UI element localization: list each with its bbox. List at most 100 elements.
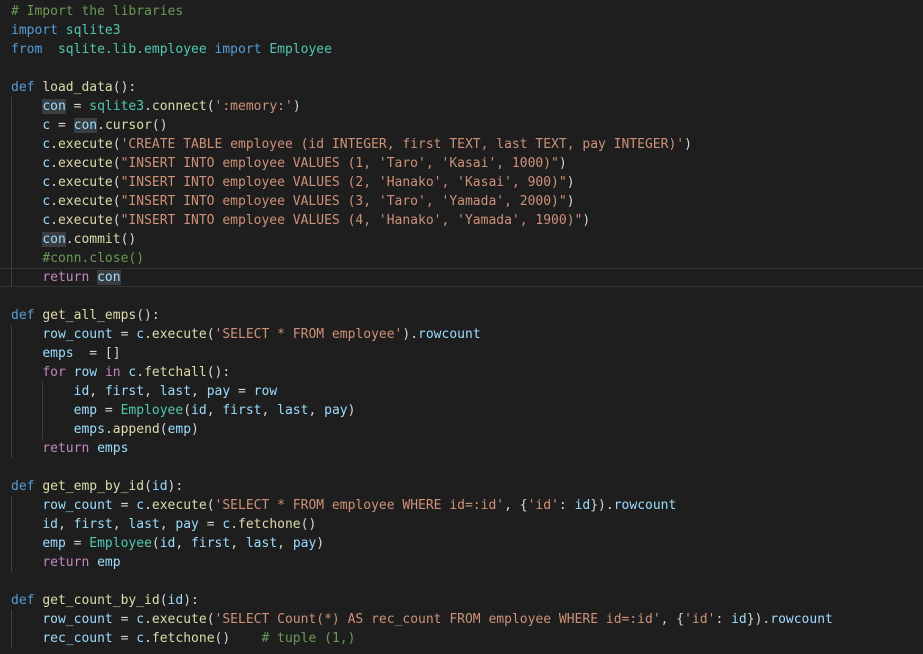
indent-guide [11, 629, 12, 648]
code-token-var: row_count [42, 327, 113, 342]
code-token-func: connect [151, 99, 207, 114]
code-line[interactable]: return emp [0, 553, 923, 572]
code-token-var: c [42, 137, 51, 152]
code-editor[interactable]: # Import the libraries import sqlite3 from… [0, 0, 923, 654]
code-token-plain: = [112, 327, 137, 342]
indent-guide [11, 211, 12, 230]
code-token-string: 'CREATE TABLE employee (id INTEGER, firs… [120, 137, 685, 152]
code-token-plain: = [198, 517, 223, 532]
code-line[interactable]: rec_count = c.fetchone() # tuple (1,) [0, 629, 923, 648]
code-token-class: sqlite3 [89, 99, 145, 114]
code-token-string: "INSERT INTO employee VALUES (4, 'Hanako… [120, 213, 583, 228]
code-line[interactable]: c.execute("INSERT INTO employee VALUES (… [0, 192, 923, 211]
code-line[interactable]: emp = Employee(id, first, last, pay) [0, 534, 923, 553]
code-token-func: execute [57, 137, 113, 152]
code-token-plain: ) [316, 536, 325, 551]
code-token-string: ':memory:' [214, 99, 293, 114]
code-token-var: emp [73, 403, 98, 418]
code-line[interactable]: from sqlite.lib.employee import Employee [0, 40, 923, 59]
code-token-plain: = [] [73, 346, 121, 361]
code-token-func: get_count_by_id [42, 593, 160, 608]
code-line[interactable]: def load_data(): [0, 78, 923, 97]
indent-guide [11, 116, 12, 135]
code-token-var: id [42, 517, 58, 532]
code-line[interactable]: c.execute("INSERT INTO employee VALUES (… [0, 211, 923, 230]
code-token-var: emps [42, 346, 74, 361]
code-line[interactable]: emp = Employee(id, first, last, pay) [0, 401, 923, 420]
indent-guide [11, 534, 12, 553]
code-token-var: pay [324, 403, 348, 418]
code-token-var: rowcount [418, 327, 481, 342]
code-line[interactable] [0, 59, 923, 78]
code-token-var: con [42, 232, 66, 247]
indent-guide [11, 363, 12, 382]
code-token-plain: , [206, 403, 223, 418]
code-line[interactable]: def get_all_emps(): [0, 306, 923, 325]
code-token-func: execute [57, 175, 113, 190]
code-token-plain: = [112, 498, 137, 513]
code-line[interactable]: def get_count_by_id(id): [0, 591, 923, 610]
code-token-var: first [104, 384, 145, 399]
code-line[interactable]: def get_emp_by_id(id): [0, 477, 923, 496]
code-token-string: "INSERT INTO employee VALUES (1, 'Taro',… [120, 156, 559, 171]
code-line[interactable]: c.execute("INSERT INTO employee VALUES (… [0, 173, 923, 192]
indent-guide [11, 515, 12, 534]
code-token-plain: = [65, 536, 90, 551]
code-line[interactable]: c.execute('CREATE TABLE employee (id INT… [0, 135, 923, 154]
code-token-var: con [97, 270, 121, 285]
code-line[interactable]: for row in c.fetchall(): [0, 363, 923, 382]
code-line[interactable]: id, first, last, pay = c.fetchone() [0, 515, 923, 534]
indent-guide [11, 249, 12, 268]
code-token-plain: , [175, 536, 192, 551]
code-line[interactable]: id, first, last, pay = row [0, 382, 923, 401]
code-token-plain: : [715, 612, 732, 627]
code-token-var: con [42, 99, 66, 114]
code-token-string: 'id' [684, 612, 716, 627]
code-token-plain: . [144, 631, 152, 646]
code-token-func: append [112, 422, 160, 437]
code-line[interactable]: import sqlite3 [0, 21, 923, 40]
code-token-plain: . [50, 137, 58, 152]
indent-guide [11, 553, 12, 572]
code-line[interactable] [0, 287, 923, 306]
code-line[interactable]: #conn.close() [0, 249, 923, 268]
indent-guide [11, 135, 12, 154]
indent-guide [11, 401, 12, 420]
code-token-plain: ) [558, 156, 567, 171]
code-line[interactable]: emps = [] [0, 344, 923, 363]
code-line[interactable]: return emps [0, 439, 923, 458]
code-line[interactable]: c.execute("INSERT INTO employee VALUES (… [0, 154, 923, 173]
code-token-var: last [159, 384, 192, 399]
code-token-keyword: from [11, 42, 43, 57]
code-line[interactable]: con = sqlite3.connect(':memory:') [0, 97, 923, 116]
code-line[interactable]: c = con.cursor() [0, 116, 923, 135]
code-token-var: emps [73, 422, 105, 437]
code-token-plain: , [230, 536, 246, 551]
code-token-plain: , [89, 384, 105, 399]
code-token-plain: ( [112, 213, 121, 228]
code-token-plain: () [300, 517, 317, 532]
code-line[interactable]: return con [0, 268, 923, 287]
code-line[interactable]: row_count = c.execute('SELECT * FROM emp… [0, 496, 923, 515]
code-token-string: 'id' [527, 498, 559, 513]
code-token-keyword: import [11, 23, 58, 38]
code-line[interactable]: row_count = c.execute('SELECT Count(*) A… [0, 610, 923, 629]
code-token-comment: # Import the libraries [11, 4, 184, 19]
code-token-plain: ( [151, 536, 160, 551]
indent-guide [11, 154, 12, 173]
code-line[interactable] [0, 458, 923, 477]
code-line[interactable]: con.commit() [0, 230, 923, 249]
code-line[interactable]: # Import the libraries [0, 2, 923, 21]
code-line[interactable] [0, 572, 923, 591]
indent-guide [11, 382, 12, 401]
code-line[interactable]: emps.append(emp) [0, 420, 923, 439]
code-token-var: first [73, 517, 113, 532]
code-token-plain: ( [206, 498, 215, 513]
code-token-func: get_all_emps [42, 308, 137, 323]
code-token-var: c [136, 612, 145, 627]
code-line[interactable]: row_count = c.execute('SELECT * FROM emp… [0, 325, 923, 344]
indent-guide [11, 268, 12, 287]
code-token-plain: . [50, 156, 58, 171]
